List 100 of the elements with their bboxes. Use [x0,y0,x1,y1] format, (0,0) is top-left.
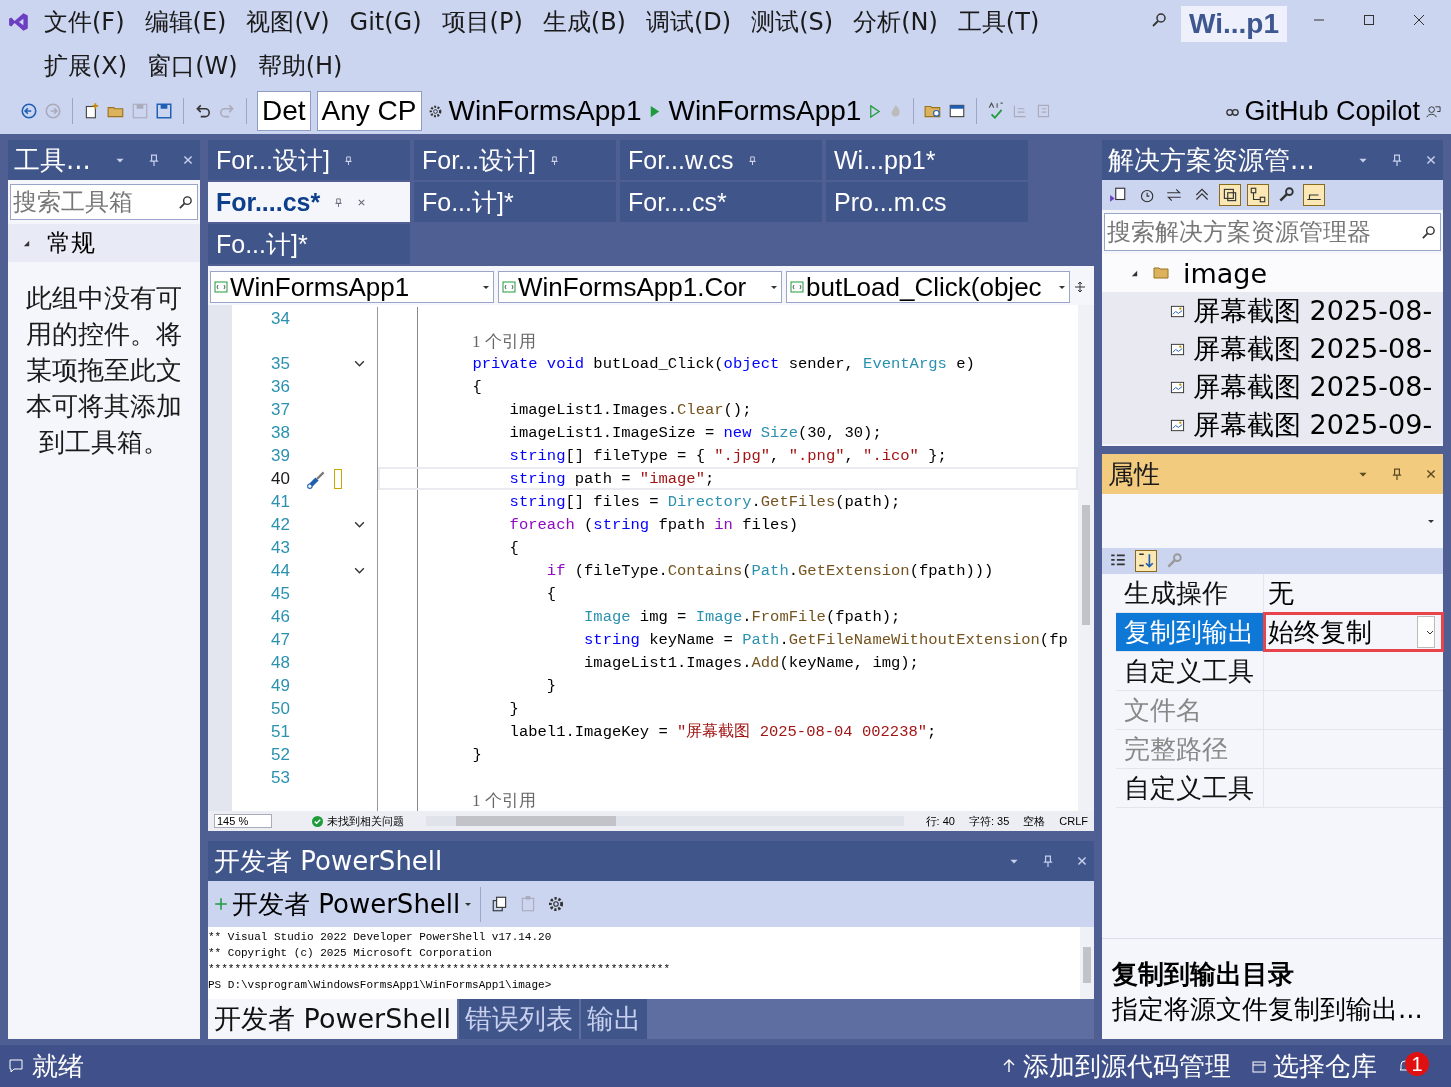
property-value[interactable]: 无 [1268,575,1294,611]
code-icon [790,280,804,294]
document-tab[interactable]: For....cs* [620,182,822,222]
menu-item[interactable]: 视图(V) [246,6,330,38]
property-name[interactable]: 自定义工具 [1116,769,1264,807]
line-indicator: 行: 40 [925,813,955,829]
startup-project-dropdown[interactable]: WinFormsApp1 [448,95,642,127]
close-icon[interactable] [357,197,367,207]
document-tab[interactable]: For...w.cs [620,140,822,180]
vertical-scrollbar[interactable] [1078,305,1094,811]
new-item-icon[interactable] [83,102,101,120]
solution-search-field[interactable]: 搜索解决方案资源管理器 [1104,213,1441,251]
navigation-dropdown[interactable]: butLoad_Click(objec [786,271,1070,303]
description-title: 复制到输出目录 [1112,958,1295,991]
line-number: 36 [270,376,290,397]
panel-tab[interactable]: 错误列表 [459,999,580,1039]
line-number: 49 [270,675,290,696]
platform-dropdown[interactable]: Any CP [316,91,422,131]
panel-title: 解决方案资源管... [1108,143,1315,177]
tree-item[interactable]: 屏幕截图 2025-08- [1102,368,1443,406]
undo-icon[interactable] [194,102,212,120]
property-name[interactable]: 复制到输出 [1116,613,1264,651]
pin-icon[interactable] [334,197,344,207]
line-ending-indicator[interactable]: CRLF [1059,815,1088,827]
panel-tab[interactable]: 开发者 PowerShell [208,999,458,1039]
show-all-files-icon[interactable] [1220,185,1240,205]
panel-title: 属性 [1108,457,1160,491]
menu-item[interactable]: 窗口(W) [147,50,238,82]
hierarchy-icon[interactable] [1248,185,1268,205]
code-line: string[] fileType = { ".jpg", ".png", ".ico" }; [508,446,947,465]
document-tab[interactable]: Fo...计]* [208,224,410,264]
tree-item[interactable]: 屏幕截图 2025-08- [1102,330,1443,368]
navigation-dropdown[interactable]: WinFormsApp1.Cor [498,271,782,303]
menu-item[interactable]: 编辑(E) [144,6,227,38]
solution-name-badge: Wi...p1 [1181,6,1287,42]
menu-item[interactable]: 生成(B) [542,6,626,38]
code-icon [502,280,516,294]
document-tab[interactable]: For...设计] [414,140,616,180]
configuration-dropdown[interactable]: Det [257,91,311,131]
issues-status[interactable]: 未找到相关问题 [327,813,404,829]
feedback-icon[interactable] [1426,103,1441,119]
split-icon[interactable] [1074,281,1086,293]
document-tab[interactable]: Fo...计]* [414,182,616,222]
document-tab[interactable]: For...设计] [208,140,410,180]
status-text: 就绪 [32,1049,84,1083]
menu-item[interactable]: 调试(D) [646,6,732,38]
property-name[interactable]: 自定义工具 [1116,652,1264,690]
menu-item[interactable]: 帮助(H) [257,50,343,82]
code-line: label1.ImageKey = "屏幕截图 2025-08-04 002238"; [508,722,937,742]
property-value[interactable]: 始终复制 [1268,614,1372,650]
menu-item[interactable]: 测试(S) [751,6,834,38]
search-icon[interactable] [1151,12,1167,28]
property-name[interactable]: 生成操作 [1116,574,1264,612]
back-icon[interactable] [20,102,38,120]
menu-item[interactable]: 工具(T) [957,6,1040,38]
horizontal-scrollbar[interactable] [426,816,904,826]
document-tab[interactable]: Wi...pp1* [826,140,1028,180]
column-indicator: 字符: 35 [968,813,1010,829]
menu-item[interactable]: 项目(P) [441,6,523,38]
preview-icon[interactable] [1304,185,1324,205]
document-tab[interactable]: For....cs* [208,182,410,222]
maximize-icon[interactable] [1361,12,1377,28]
line-number: 52 [270,744,290,765]
vertical-scrollbar[interactable] [1080,927,1094,999]
line-number: 39 [270,445,290,466]
panel-tab[interactable]: 输出 [581,999,648,1039]
code-line: { [471,377,482,396]
navigation-dropdown[interactable]: WinFormsApp1 [210,271,494,303]
save-all-icon[interactable] [155,102,173,120]
toolbox-group[interactable]: 常规 [8,224,200,262]
menu-item[interactable]: 扩展(X) [44,50,128,82]
close-icon[interactable] [1425,468,1437,480]
tree-item[interactable]: 屏幕截图 2025-08- [1102,292,1443,330]
image-file-icon [1170,341,1185,357]
menu-item[interactable]: 文件(F) [44,6,125,38]
menu-item[interactable]: Git(G) [349,8,422,36]
indent-indicator[interactable]: 空格 [1023,813,1046,829]
expanded-icon [22,238,31,248]
spell-check-icon[interactable] [987,102,1006,120]
source-control-button[interactable]: 添加到源代码管理 [1001,1048,1231,1084]
tree-item[interactable]: 屏幕截图 2025-09- [1102,406,1443,444]
document-tab[interactable]: Pro...m.cs [826,182,1028,222]
terminal-output[interactable] [208,927,1094,999]
line-number: 43 [270,537,290,558]
run-button[interactable]: WinFormsApp1 [668,95,862,127]
change-marker [334,468,342,489]
code-line: string[] files = Directory.GetFiles(path); [508,492,901,511]
caret-icon [770,283,778,291]
sort-alphabetical-icon[interactable] [1136,551,1156,571]
toolbox-search-field[interactable]: 搜索工具箱 [10,184,198,220]
pin-icon[interactable] [1391,468,1403,480]
tree-item[interactable]: image [1102,254,1443,292]
menu-item[interactable]: 分析(N) [853,6,938,38]
zoom-dropdown[interactable]: 145 % [214,814,272,828]
line-number: 34 [270,308,290,329]
repository-button[interactable]: 选择仓库 [1251,1048,1377,1084]
close-icon[interactable] [1411,12,1427,28]
settings-icon[interactable] [547,895,566,913]
window-icon[interactable] [948,102,967,120]
caret-icon [1427,517,1435,525]
